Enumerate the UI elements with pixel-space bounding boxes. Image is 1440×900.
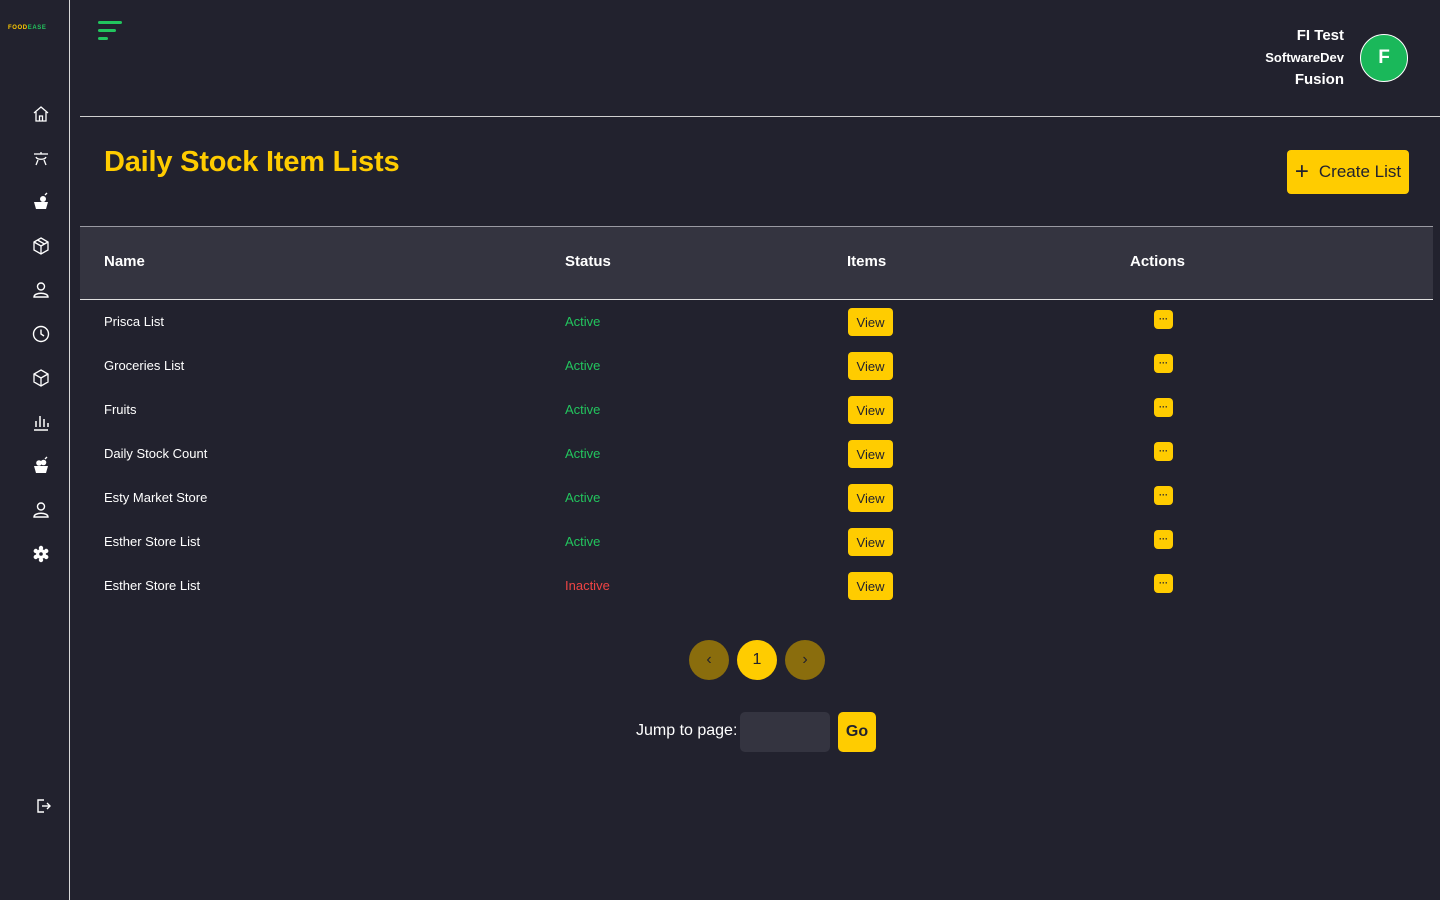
table-row: Prisca List Active View ··· [80,300,1433,344]
food-tray-icon[interactable] [30,147,52,169]
view-items-button[interactable]: View [848,396,893,424]
go-button[interactable]: Go [838,712,876,752]
sidebar: FOODEASE [0,0,70,900]
table-row: Daily Stock Count Active View ··· [80,432,1433,476]
status-text: Active [565,534,601,549]
plus-icon: + [1294,158,1309,185]
table-row: Fruits Active View ··· [80,388,1433,432]
status-text: Active [565,402,601,417]
table-body: Prisca List Active View ··· Groceries List Ac… [80,300,1433,608]
more-actions-icon[interactable]: ··· [1154,354,1173,373]
create-list-label: Create List [1318,162,1402,181]
status-text: Active [565,446,601,461]
list-name: Groceries List [104,358,185,373]
column-header-items: Items [847,253,887,270]
table-header: Name Status Items Actions [80,226,1433,300]
clock-icon[interactable] [30,323,52,345]
page-1-button[interactable]: 1 [737,640,777,680]
user-name: FI Test [1296,27,1344,44]
avatar[interactable]: F [1360,34,1408,82]
view-items-button[interactable]: View [848,572,893,600]
list-name: Esther Store List [104,534,201,549]
menu-toggle-icon[interactable] [98,20,124,42]
user-icon[interactable] [30,279,52,301]
user-organization: Fusion [1294,71,1344,88]
user-info: FI Test SoftwareDev Fusion [1265,25,1344,91]
header-divider [80,116,1440,117]
more-actions-icon[interactable]: ··· [1154,574,1173,593]
more-actions-icon[interactable]: ··· [1154,442,1173,461]
status-text: Inactive [565,578,610,593]
table-row: Esther Store List Active View ··· [80,520,1433,564]
table-row: Groceries List Active View ··· [80,344,1433,388]
groceries-icon[interactable] [30,191,52,213]
jump-to-page-label: Jump to page: [636,722,738,739]
list-name: Esther Store List [104,578,201,593]
bar-chart-icon[interactable] [30,411,52,433]
staff-icon[interactable] [30,499,52,521]
fruit-basket-icon[interactable] [30,455,52,477]
status-text: Active [565,490,601,505]
list-name: Daily Stock Count [104,446,208,461]
table-row: Esty Market Store Active View ··· [80,476,1433,520]
user-role: SoftwareDev [1265,50,1344,65]
stock-lists-table: Name Status Items Actions Prisca List Act… [80,226,1433,608]
package-icon[interactable] [30,235,52,257]
previous-page-button[interactable]: ‹ [689,640,729,680]
home-icon[interactable] [30,103,52,125]
table-row: Esther Store List Inactive View ··· [80,564,1433,608]
column-header-name: Name [104,253,145,270]
status-text: Active [565,314,601,329]
create-list-button[interactable]: + Create List [1287,150,1409,194]
column-header-actions: Actions [1130,253,1186,270]
list-name: Esty Market Store [104,490,208,505]
list-name: Prisca List [104,314,164,329]
column-header-status: Status [565,253,611,270]
view-items-button[interactable]: View [848,352,893,380]
view-items-button[interactable]: View [848,484,893,512]
more-actions-icon[interactable]: ··· [1154,310,1173,329]
view-items-button[interactable]: View [848,528,893,556]
logout-icon[interactable] [32,795,54,817]
view-items-button[interactable]: View [848,308,893,336]
more-actions-icon[interactable]: ··· [1154,486,1173,505]
view-items-button[interactable]: View [848,440,893,468]
settings-gear-icon[interactable] [30,543,52,565]
jump-to-page-input[interactable] [740,712,830,752]
page-title: Daily Stock Item Lists [104,146,400,178]
inventory-box-icon[interactable] [30,367,52,389]
next-page-button[interactable]: › [785,640,825,680]
more-actions-icon[interactable]: ··· [1154,530,1173,549]
status-text: Active [565,358,601,373]
brand-logo[interactable]: FOODEASE [8,23,60,33]
more-actions-icon[interactable]: ··· [1154,398,1173,417]
list-name: Fruits [104,402,137,417]
